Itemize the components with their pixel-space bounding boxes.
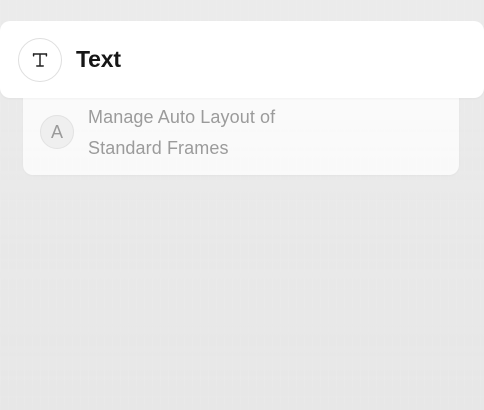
text-type-icon <box>18 38 62 82</box>
card-description: Manage Auto Layout of Standard Frames <box>88 107 276 158</box>
avatar-icon: A <box>40 115 74 149</box>
card-title: Text <box>76 46 121 72</box>
text-card[interactable]: Text <box>0 21 484 98</box>
